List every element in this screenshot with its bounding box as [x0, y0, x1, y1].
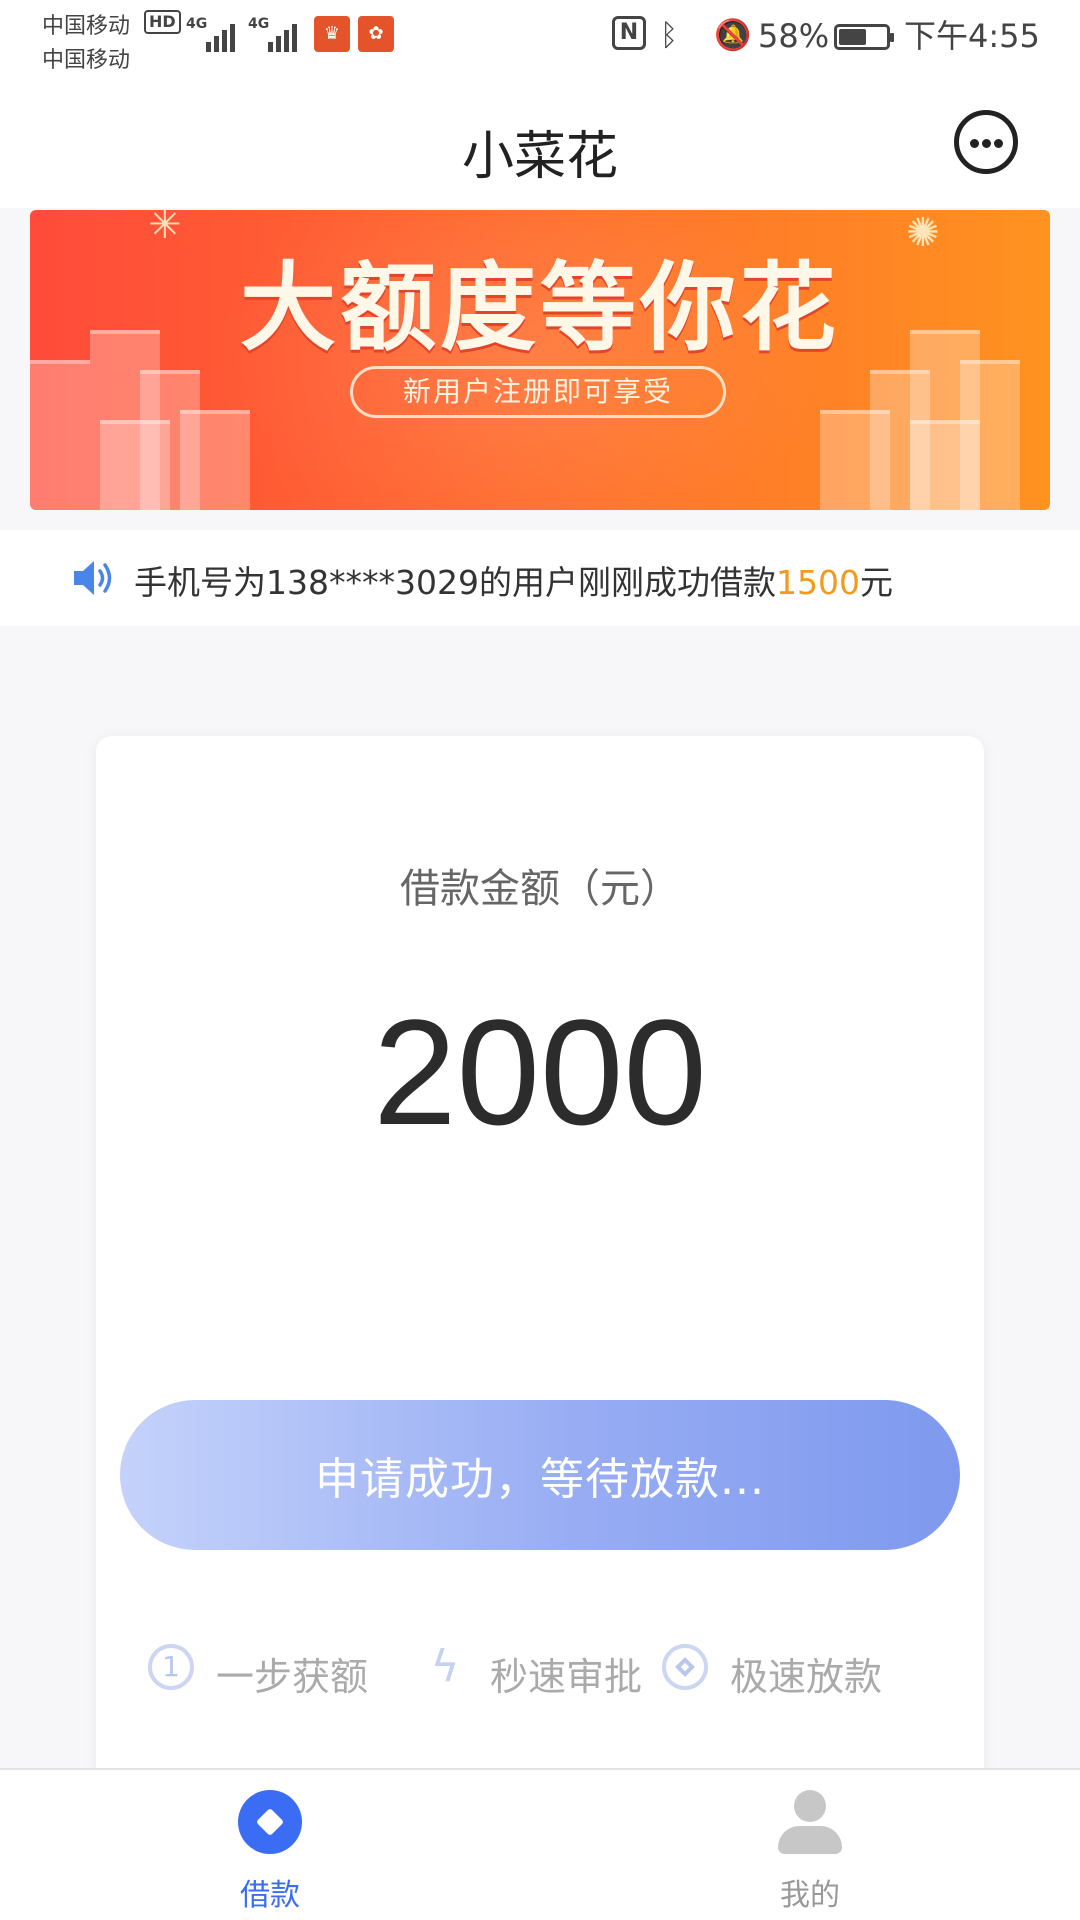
network-type-2: 4G	[248, 16, 270, 32]
network-type-1: 4G	[186, 16, 208, 32]
banner-title: 大额度等你花	[240, 252, 840, 364]
feature-label: 极速放款	[730, 1655, 883, 1699]
amount-value: 2000	[373, 988, 707, 1156]
notice-prefix: 手机号为138****3029的用户刚刚成功借款	[134, 563, 776, 602]
signal-strength-icon-1: 4G	[186, 16, 242, 52]
carrier-label-1: 中国移动	[42, 14, 131, 39]
person-icon	[778, 1790, 842, 1854]
diamond-coin-icon	[662, 1644, 708, 1690]
nav-item-me[interactable]: 我的	[710, 1770, 910, 1920]
circled-one-icon: 1	[148, 1644, 194, 1690]
nav-label-loan: 借款	[240, 1878, 300, 1913]
loan-notice-bar: 手机号为138****3029的用户刚刚成功借款1500元	[0, 530, 1080, 626]
app-notification-icon-1: ♛	[314, 16, 350, 52]
clock: 下午4:55	[904, 17, 1040, 55]
nav-item-loan[interactable]: 借款	[170, 1770, 370, 1920]
notice-text: 手机号为138****3029的用户刚刚成功借款1500元	[134, 556, 893, 604]
nfc-icon: N	[612, 16, 646, 50]
feature-list: 1 一步获额 ϟ 秒速审批 极速放款	[148, 1640, 948, 1700]
bell-muted-icon: 🔕	[714, 18, 752, 53]
apply-status-button[interactable]: 申请成功，等待放款...	[120, 1400, 960, 1550]
app-notification-icon-2: ✿	[358, 16, 394, 52]
notice-suffix: 元	[859, 563, 893, 602]
feature-label: 秒速审批	[490, 1655, 643, 1699]
speaker-icon	[74, 561, 112, 595]
lightning-icon: ϟ	[430, 1641, 460, 1692]
battery-percent: 58%	[758, 17, 830, 55]
status-bar: 中国移动 中国移动 HD 4G 4G ♛ ✿ N ᛒ 🔕 58% 下午4:55	[0, 0, 1080, 78]
banner-subtitle: 新用户注册即可享受	[350, 366, 726, 418]
bluetooth-icon: ᛒ	[660, 18, 678, 53]
nav-label-me: 我的	[780, 1878, 840, 1913]
notice-amount: 1500	[775, 563, 860, 602]
loan-app-screen: 中国移动 中国移动 HD 4G 4G ♛ ✿ N ᛒ 🔕 58% 下午4:55 …	[0, 0, 1080, 1920]
feature-label: 一步获额	[216, 1655, 369, 1699]
app-header: 小菜花	[0, 78, 1080, 208]
chat-bubble-icon[interactable]	[954, 110, 1018, 174]
carrier-label-2: 中国移动	[42, 48, 131, 73]
loan-diamond-icon	[238, 1790, 302, 1854]
promo-banner[interactable]: ✳ ✺ 大额度等你花 新用户注册即可享受	[30, 210, 1050, 510]
amount-label: 借款金额（元）	[400, 866, 680, 912]
signal-strength-icon-2: 4G	[248, 16, 304, 52]
loan-amount-card: 借款金额（元） 2000 申请成功，等待放款... 1 一步获额 ϟ 秒速审批 …	[96, 736, 984, 1796]
bottom-nav: 借款 我的	[0, 1768, 1080, 1920]
page-title: 小菜花	[461, 127, 618, 187]
hd-voice-badge: HD	[144, 10, 181, 34]
battery-icon	[834, 24, 894, 50]
